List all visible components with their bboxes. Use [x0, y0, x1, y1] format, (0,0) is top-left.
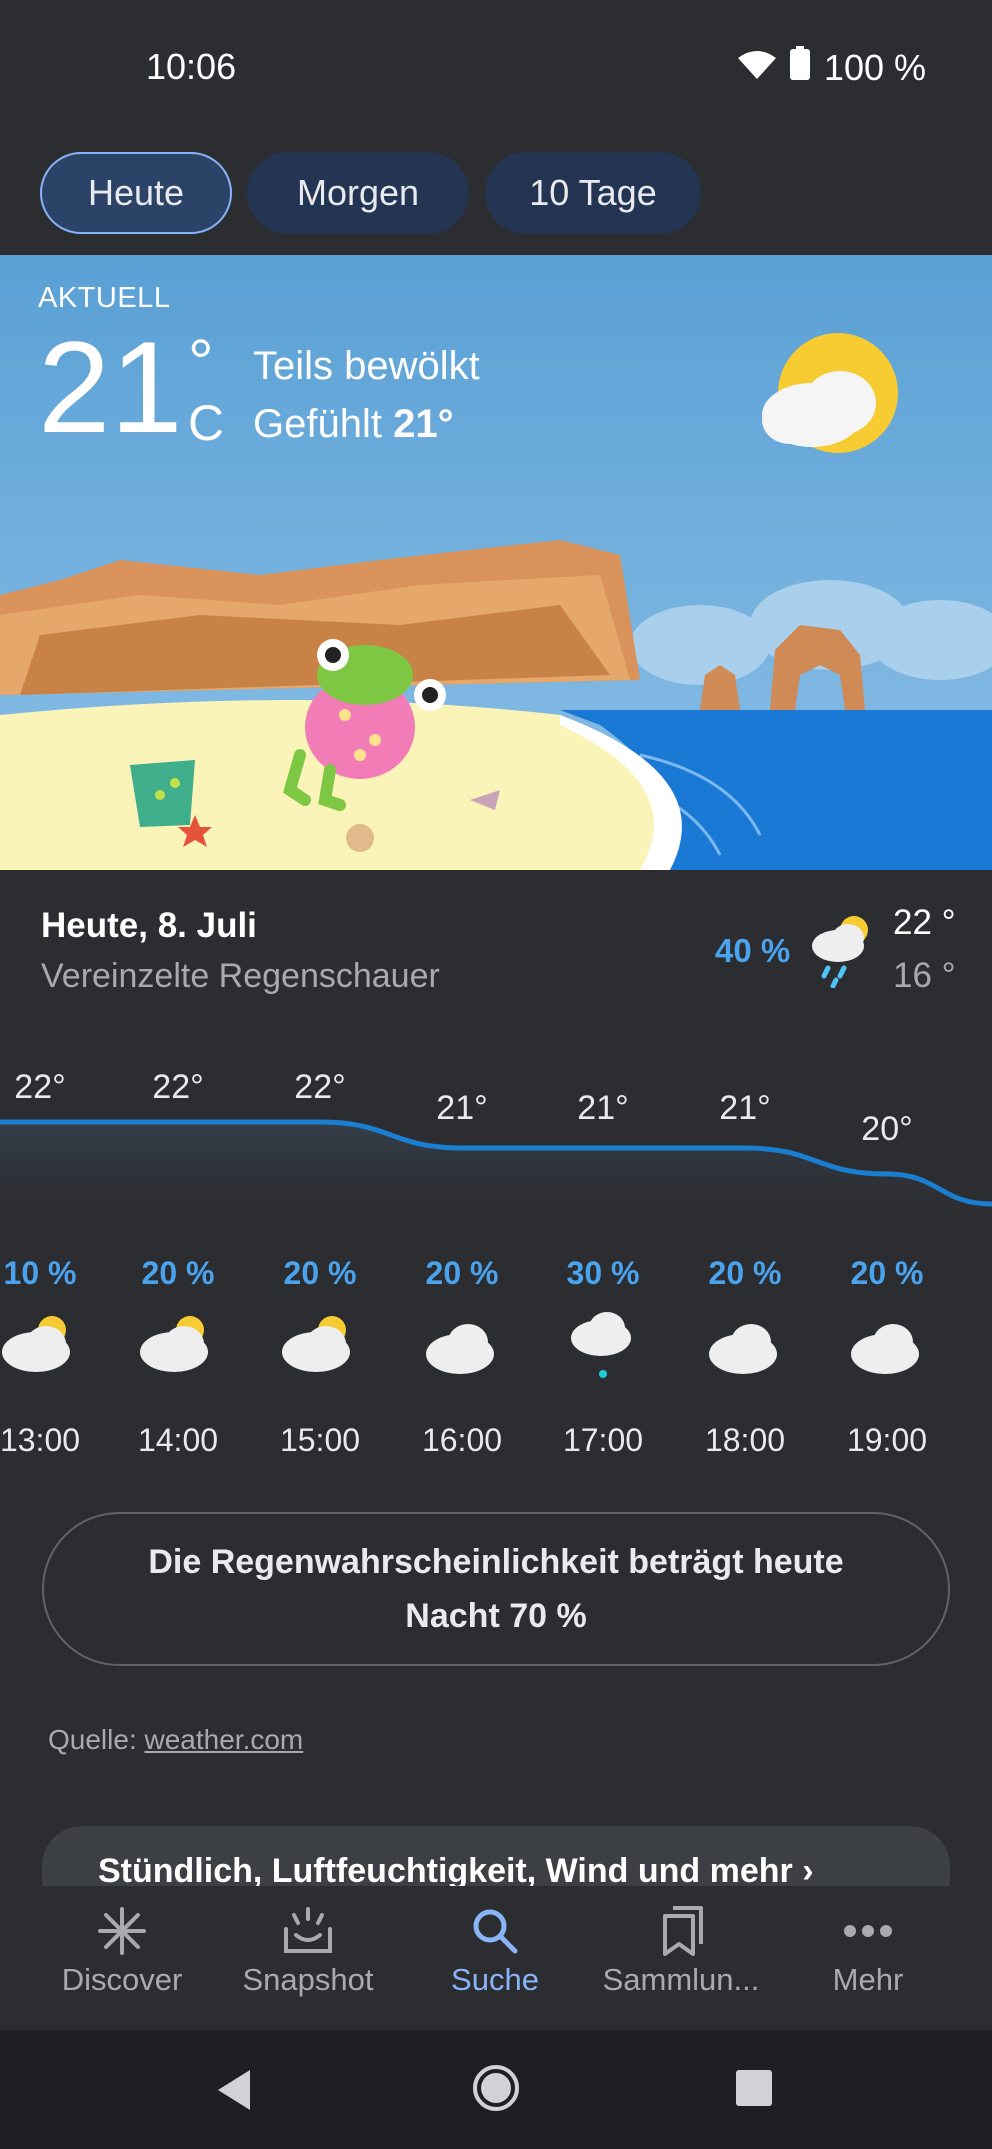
hourly-temp: 22° [294, 1068, 346, 1106]
rain-probability-card[interactable]: Die Regenwahrscheinlichkeit beträgt heut… [42, 1512, 950, 1666]
sun-cloud-icon [108, 1308, 248, 1398]
more-dots-icon [773, 1900, 963, 1962]
battery-percent: 100 % [823, 46, 926, 88]
feels-like-label: Gefühlt [253, 402, 394, 446]
back-icon[interactable] [214, 2068, 254, 2117]
hourly-precip: 30 % [566, 1255, 640, 1291]
feels-like: Gefühlt 21° [253, 402, 454, 447]
hourly-time: 15:00 [279, 1422, 361, 1458]
temperature-unit: C [188, 395, 225, 451]
day-precip: 40 % [715, 932, 791, 969]
nav-suche[interactable]: Suche [400, 1900, 590, 1998]
search-icon [400, 1900, 590, 1962]
current-temperature: 21 [38, 314, 183, 460]
sun-cloud-icon [0, 1308, 110, 1398]
hourly-temp: 21° [719, 1089, 771, 1127]
tab-10-tage[interactable]: 10 Tage [485, 152, 701, 234]
day-high: 22 ° [893, 903, 956, 942]
hourly-temp: 20° [861, 1110, 913, 1148]
nav-snapshot[interactable]: Snapshot [213, 1900, 403, 1998]
battery-icon [789, 46, 810, 89]
degree-symbol: ° [188, 326, 214, 398]
feels-like-value: 21° [393, 402, 454, 446]
asterisk-icon [27, 1900, 217, 1962]
hourly-temp: 21° [577, 1089, 629, 1127]
hourly-precip: 20 % [425, 1255, 499, 1291]
tab-heute[interactable]: Heute [40, 152, 232, 234]
bookmarks-icon [586, 1900, 776, 1962]
recents-icon[interactable] [734, 2068, 774, 2113]
hourly-time: 18:00 [704, 1422, 786, 1458]
day-condition: Vereinzelte Regenschauer [41, 957, 440, 995]
cloud-icon [392, 1308, 532, 1398]
tab-morgen[interactable]: Morgen [247, 152, 469, 234]
cloud-icon [817, 1308, 957, 1398]
nav-mehr[interactable]: Mehr [773, 1900, 963, 1998]
hourly-time: 14:00 [137, 1422, 219, 1458]
hourly-precip: 20 % [708, 1255, 782, 1291]
nav-label: Sammlun... [602, 1962, 760, 1997]
hourly-temp: 21° [436, 1089, 488, 1127]
hourly-precip: 20 % [850, 1255, 924, 1291]
nav-label: Mehr [832, 1962, 904, 1997]
snapshot-icon [213, 1900, 403, 1962]
cloud-rain-sun-icon [806, 912, 876, 993]
hourly-temp: 22° [14, 1068, 66, 1106]
current-condition: Teils bewölkt [253, 344, 480, 388]
hourly-precip: 20 % [141, 1255, 215, 1291]
day-low: 16 ° [893, 956, 956, 995]
current-label: AKTUELL [38, 282, 171, 314]
nav-label: Suche [451, 1962, 539, 1997]
nav-label: Snapshot [242, 1962, 374, 1997]
cloud-icon [675, 1308, 815, 1398]
day-title: Heute, 8. Juli [41, 906, 257, 945]
source-attribution: Quelle: weather.com [48, 1724, 303, 1756]
hourly-precip: 10 % [3, 1255, 77, 1291]
hourly-time: 13:00 [0, 1422, 81, 1458]
source-label: Quelle: [48, 1724, 145, 1755]
nav-sammlungen[interactable]: Sammlun... [586, 1900, 776, 1998]
nav-discover[interactable]: Discover [27, 1900, 217, 1998]
nav-label: Discover [61, 1962, 183, 1997]
hourly-time: 19:00 [846, 1422, 928, 1458]
hourly-time: 16:00 [421, 1422, 503, 1458]
status-clock: 10:06 [146, 46, 237, 87]
cloud-rain-icon [533, 1308, 673, 1398]
sun-cloud-icon [250, 1308, 390, 1398]
chevron-right-icon: › [802, 1852, 814, 1890]
hourly-time: 17:00 [562, 1422, 644, 1458]
source-link[interactable]: weather.com [145, 1724, 304, 1755]
home-icon[interactable] [472, 2064, 520, 2117]
more-details-text: Stündlich, Luftfeuchtigkeit, Wind und me… [98, 1852, 793, 1890]
wifi-icon [737, 47, 776, 89]
hourly-temp: 22° [152, 1068, 204, 1106]
status-indicators: 100 % [737, 46, 926, 89]
hourly-precip: 20 % [283, 1255, 357, 1291]
